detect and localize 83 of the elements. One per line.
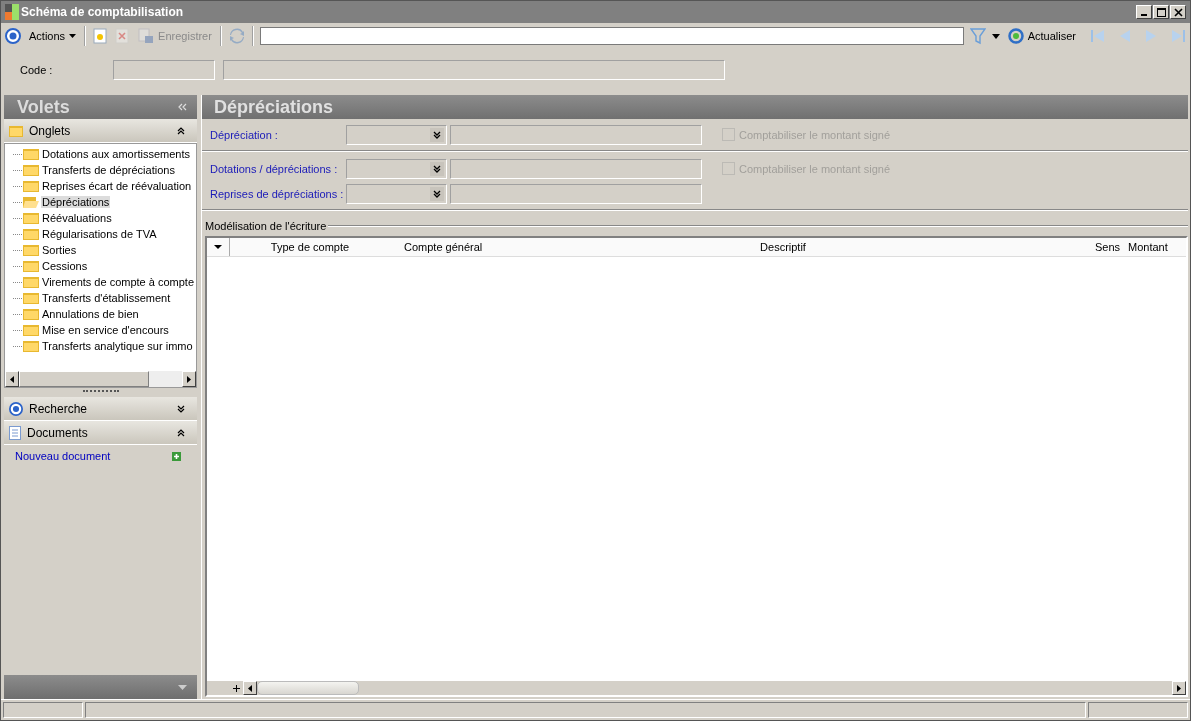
tabs-section-header[interactable]: Onglets	[4, 119, 197, 143]
column-header[interactable]: Montant	[1128, 241, 1186, 253]
folder-icon	[23, 148, 39, 160]
minimize-icon	[1141, 13, 1147, 16]
tab-list-item[interactable]: Virements de compte à compte	[41, 276, 196, 288]
column-header[interactable]: Type de compte	[230, 241, 390, 253]
target-icon[interactable]	[5, 28, 21, 44]
minimize-button[interactable]	[1136, 5, 1152, 19]
maximize-icon	[1156, 7, 1166, 17]
tab-list-item[interactable]: Cessions	[41, 260, 89, 272]
scroll-left-icon[interactable]	[248, 684, 252, 692]
window-title: Schéma de comptabilisation	[21, 5, 185, 19]
column-header[interactable]: Descriptif	[560, 241, 1006, 253]
plus-icon	[232, 684, 240, 692]
close-button[interactable]	[1170, 5, 1186, 19]
horizontal-scrollbar[interactable]	[243, 681, 1186, 695]
maximize-button[interactable]	[1153, 5, 1169, 19]
new-document-link[interactable]: Nouveau document	[15, 450, 111, 462]
documents-section-header[interactable]: Documents	[4, 421, 197, 445]
target-icon	[9, 401, 23, 416]
chevron-icon	[177, 404, 185, 413]
folder-icon	[23, 228, 39, 240]
tab-list-item[interactable]: Dotations aux amortissements	[41, 148, 191, 160]
tab-list-item[interactable]: Reprises écart de réévaluation	[41, 180, 193, 192]
actions-menu-button[interactable]: Actions	[27, 30, 79, 42]
field-label: Reprises de dépréciations :	[210, 187, 345, 200]
tab-list-item[interactable]: Annulations de bien	[41, 308, 140, 320]
folder-icon	[23, 308, 39, 320]
group-title: Modélisation de l'écriture	[205, 220, 327, 232]
scroll-right-icon[interactable]	[187, 375, 191, 383]
tab-list-item[interactable]: Transferts d'établissement	[41, 292, 172, 304]
folder-icon	[23, 244, 39, 256]
folder-icon	[23, 292, 39, 304]
caret-icon[interactable]	[991, 33, 1000, 39]
tab-list-item[interactable]: Transferts analytique sur immo	[41, 340, 194, 352]
document-icon	[9, 425, 21, 440]
filter-icon[interactable]	[969, 27, 986, 45]
folder-icon	[23, 180, 39, 192]
chevron-icon	[177, 126, 185, 135]
tab-list-item[interactable]: Mise en service d'encours	[41, 324, 170, 336]
folder-icon	[23, 276, 39, 288]
add-icon[interactable]	[172, 451, 181, 461]
combo-box[interactable]	[346, 183, 447, 204]
field-label: Dotations / dépréciations :	[210, 162, 339, 175]
caret-icon[interactable]	[214, 245, 222, 249]
field-label: Dépréciation :	[210, 128, 279, 141]
code-label: Code :	[20, 64, 54, 76]
combo-box[interactable]	[346, 158, 447, 179]
chevron-icon	[433, 189, 441, 198]
tab-list-item[interactable]: Sorties	[41, 244, 78, 256]
scroll-right-icon[interactable]	[1177, 684, 1181, 692]
horizontal-scrollbar[interactable]	[5, 371, 196, 387]
panel-title: Volets	[17, 96, 70, 118]
folder-icon	[23, 260, 39, 272]
app-logo-icon	[5, 4, 19, 20]
folder-icon	[23, 196, 39, 208]
collapse-icon[interactable]	[177, 103, 187, 111]
refresh-icon	[1007, 28, 1024, 44]
folder-icon	[23, 212, 39, 224]
column-header[interactable]: Compte général	[390, 241, 560, 253]
folder-icon	[23, 324, 39, 336]
tab-list-item[interactable]: Régularisations de TVA	[41, 228, 158, 240]
chevron-icon	[177, 428, 185, 437]
folder-icon	[23, 340, 39, 352]
column-header[interactable]: Sens	[1006, 241, 1128, 253]
combo-box[interactable]	[346, 124, 447, 145]
chevron-icon	[433, 130, 441, 139]
sync-icon[interactable]	[227, 28, 246, 44]
tab-list-item[interactable]: Réévaluations	[41, 212, 113, 224]
chevron-icon	[433, 164, 441, 173]
section-title: Dépréciations	[214, 96, 334, 118]
close-icon	[1173, 7, 1183, 17]
tab-list-item[interactable]: Dépréciations	[41, 196, 111, 208]
folder-icon	[9, 124, 23, 137]
save-icon	[138, 28, 155, 44]
search-field[interactable]	[259, 27, 964, 45]
folder-icon	[23, 164, 39, 176]
search-section-header[interactable]: Recherche	[4, 397, 197, 421]
tab-list-item[interactable]: Transferts de dépréciations	[41, 164, 176, 176]
refresh-button[interactable]: Actualiser	[1005, 28, 1078, 44]
scroll-left-icon[interactable]	[10, 375, 14, 383]
new-document-icon[interactable]	[92, 28, 109, 44]
caret-icon	[69, 34, 77, 38]
